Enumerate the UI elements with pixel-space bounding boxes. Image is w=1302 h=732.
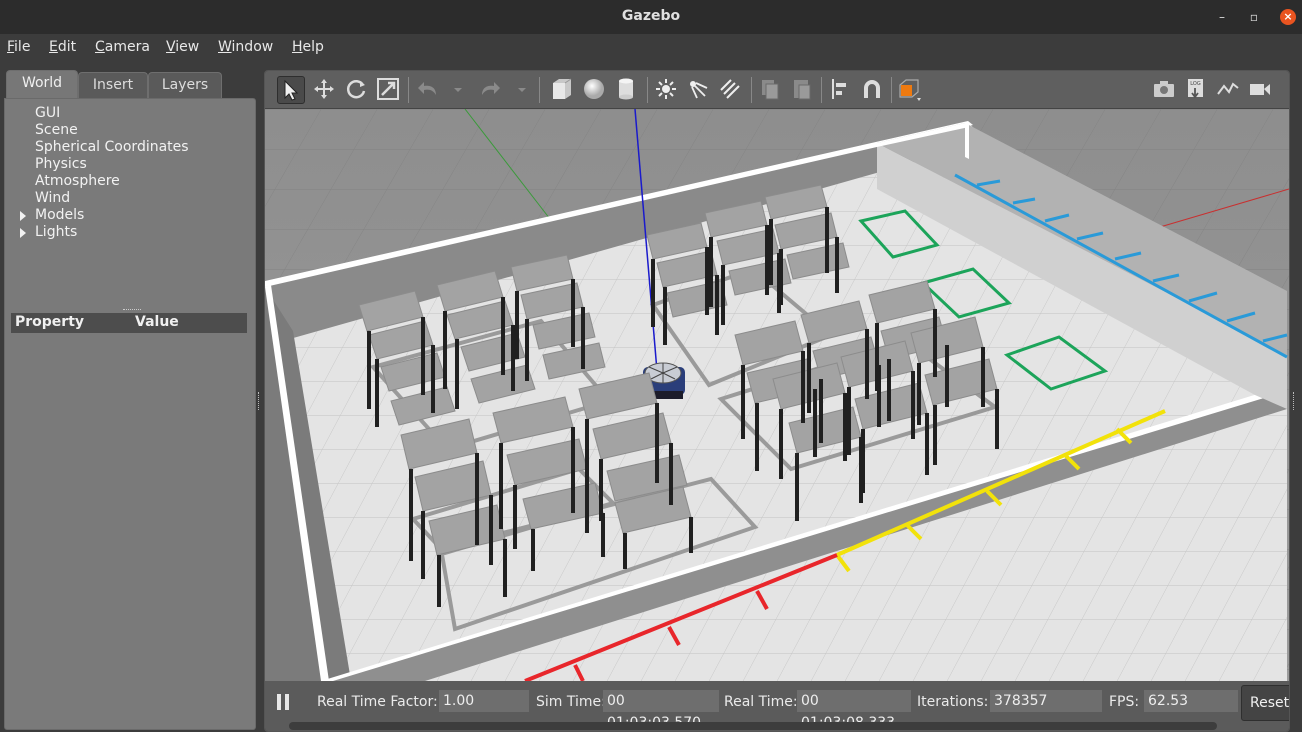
paste-icon[interactable] [789, 76, 815, 102]
left-panel-tabs: World Insert Layers [4, 70, 256, 99]
tree-item-label: Wind [35, 190, 71, 206]
tree-item-label: Atmosphere [35, 173, 120, 189]
expand-arrow-icon[interactable] [20, 228, 26, 238]
menu-window[interactable]: Window [218, 39, 273, 55]
horizontal-scrollbar[interactable] [289, 722, 1217, 730]
redo-dropdown-icon[interactable] [509, 76, 526, 102]
reset-button[interactable]: Reset [1241, 685, 1289, 721]
property-header: Property Value [11, 313, 247, 333]
log-text: LOG [1190, 81, 1201, 87]
fps-label: FPS: [1109, 694, 1140, 710]
tree-item-label: Lights [35, 224, 78, 240]
close-icon[interactable]: × [1280, 9, 1296, 25]
left-panel: World Insert Layers GUI Scene Spherical … [4, 70, 256, 730]
menu-help[interactable]: Help [292, 39, 324, 55]
undo-icon[interactable] [415, 76, 441, 102]
left-splitter-handle[interactable] [258, 392, 261, 410]
align-icon[interactable] [827, 76, 853, 102]
spot-light-icon[interactable] [685, 76, 711, 102]
menu-view[interactable]: View [166, 39, 199, 55]
tab-insert[interactable]: Insert [78, 72, 148, 99]
minimize-icon[interactable]: – [1214, 9, 1230, 25]
status-bar: Real Time Factor: 1.00 Sim Time: 00 01:0… [265, 681, 1289, 731]
title-bar: Gazebo – ▫ × [0, 0, 1302, 34]
tree-item-label: Spherical Coordinates [35, 139, 189, 155]
tree-item-atmosphere[interactable]: Atmosphere [13, 173, 189, 190]
sim-time-label: Sim Time: [536, 694, 606, 710]
tree-item-gui[interactable]: GUI [13, 105, 189, 122]
undo-dropdown-icon[interactable] [445, 76, 462, 102]
box-icon[interactable] [549, 76, 575, 102]
real-time-factor-value: 1.00 [439, 690, 529, 712]
video-record-icon[interactable] [1247, 76, 1273, 102]
copy-icon[interactable] [757, 76, 783, 102]
real-time-label: Real Time: [724, 694, 798, 710]
tab-layers[interactable]: Layers [148, 72, 222, 99]
screenshot-icon[interactable] [1151, 76, 1177, 102]
tree-item-models[interactable]: Models [13, 207, 189, 224]
tree-item-label: GUI [35, 105, 61, 121]
menu-bar: File Edit Camera View Window Help [0, 34, 1302, 62]
pause-icon[interactable] [277, 694, 291, 710]
iterations-value: 378357 [990, 690, 1102, 712]
value-column-header: Value [135, 314, 179, 330]
directional-light-icon[interactable] [717, 76, 743, 102]
tree-item-spherical-coordinates[interactable]: Spherical Coordinates [13, 139, 189, 156]
sim-time-value: 00 01:03:03.570 [603, 690, 719, 731]
3d-scene-viewport[interactable] [265, 109, 1289, 681]
tree-item-wind[interactable]: Wind [13, 190, 189, 207]
property-column-header: Property [15, 314, 85, 330]
real-time-factor-label: Real Time Factor: [317, 694, 438, 710]
right-splitter-handle[interactable] [1293, 392, 1296, 410]
real-time-value: 00 01:03:08.333 [797, 690, 911, 731]
fps-value: 62.53 [1144, 690, 1238, 712]
menu-file[interactable]: File [7, 39, 30, 55]
rotate-icon[interactable] [343, 76, 369, 102]
cylinder-icon[interactable] [613, 76, 639, 102]
world-panel: GUI Scene Spherical Coordinates Physics … [4, 98, 256, 730]
panel-splitter-handle[interactable] [123, 309, 141, 312]
expand-arrow-icon[interactable] [20, 211, 26, 221]
iterations-label: Iterations: [917, 694, 989, 710]
point-light-icon[interactable] [653, 76, 679, 102]
render-view: LOG Real Time Factor: 1.00 Sim Time: 00 … [264, 70, 1290, 732]
translate-icon[interactable] [311, 76, 337, 102]
tree-item-label: Scene [35, 122, 78, 138]
plot-icon[interactable] [1215, 76, 1241, 102]
maximize-icon[interactable]: ▫ [1246, 9, 1262, 25]
log-icon[interactable]: LOG [1183, 76, 1209, 102]
snap-icon[interactable] [859, 76, 885, 102]
window-title: Gazebo [621, 8, 681, 24]
tab-world[interactable]: World [6, 70, 78, 99]
select-arrow-icon[interactable] [277, 76, 305, 104]
sphere-icon[interactable] [581, 76, 607, 102]
tree-item-physics[interactable]: Physics [13, 156, 189, 173]
tree-item-label: Models [35, 207, 85, 223]
menu-edit[interactable]: Edit [49, 39, 76, 55]
warehouse-world-render[interactable] [265, 109, 1289, 681]
toolbar: LOG [265, 71, 1289, 109]
world-tree: GUI Scene Spherical Coordinates Physics … [13, 105, 189, 241]
tree-item-scene[interactable]: Scene [13, 122, 189, 139]
menu-camera[interactable]: Camera [95, 39, 150, 55]
tree-item-label: Physics [35, 156, 87, 172]
view-angle-icon[interactable] [897, 76, 923, 102]
redo-icon[interactable] [477, 76, 503, 102]
tree-item-lights[interactable]: Lights [13, 224, 189, 241]
scale-icon[interactable] [375, 76, 401, 102]
